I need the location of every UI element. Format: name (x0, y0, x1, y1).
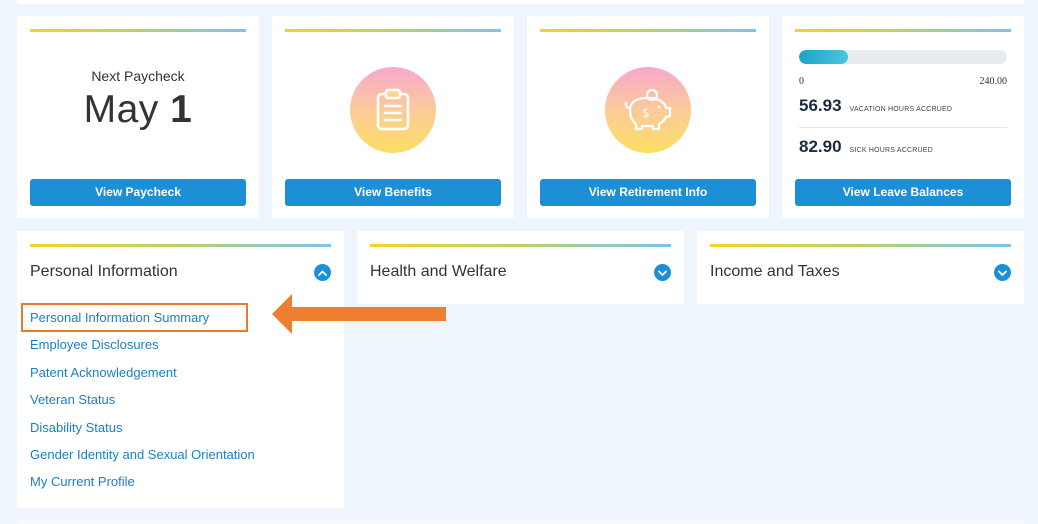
paycheck-month: May (83, 88, 159, 131)
card-accent-bar (795, 29, 1011, 32)
personal-information-panel: Personal Information Personal Informatio… (17, 231, 344, 508)
view-paycheck-button[interactable]: View Paycheck (30, 179, 246, 206)
chevron-down-icon[interactable] (994, 264, 1011, 281)
clipboard-icon (350, 67, 436, 153)
panel-accent-bar (370, 244, 671, 247)
card-accent-bar (540, 29, 756, 32)
link-employee-disclosures[interactable]: Employee Disclosures (30, 336, 255, 363)
next-paycheck-label: Next Paycheck (91, 68, 185, 84)
view-retirement-info-button[interactable]: View Retirement Info (540, 179, 756, 206)
vacation-progress-fill (799, 50, 849, 64)
panel-accent-bar (710, 244, 1011, 247)
benefits-card: View Benefits (272, 16, 514, 218)
vacation-hours-value: 56.93 (799, 96, 842, 115)
link-my-current-profile[interactable]: My Current Profile (30, 473, 255, 500)
income-taxes-panel: Income and Taxes (697, 231, 1024, 304)
card-accent-bar (30, 29, 246, 32)
piggy-bank-icon: $ (605, 67, 691, 153)
sick-hours-label: SICK HOURS ACCRUED (849, 147, 933, 154)
sick-hours-value: 82.90 (799, 137, 842, 156)
link-disability-status[interactable]: Disability Status (30, 419, 255, 446)
vacation-hours-row: 56.93 VACATION HOURS ACCRUED (799, 96, 1007, 116)
svg-text:$: $ (642, 106, 650, 120)
next-paycheck-date: May 1 (17, 88, 259, 132)
left-arrow-icon (272, 294, 446, 334)
retirement-card: $ View Retirement Info (527, 16, 769, 218)
personal-information-links: Personal Information Summary Employee Di… (30, 309, 255, 501)
panel-accent-bar (30, 244, 331, 247)
view-leave-balances-button[interactable]: View Leave Balances (795, 179, 1011, 206)
view-benefits-button[interactable]: View Benefits (285, 179, 501, 206)
leave-divider (799, 127, 1007, 128)
progress-scale-max: 240.00 (979, 76, 1008, 87)
progress-scale-min: 0 (799, 76, 804, 87)
income-taxes-title[interactable]: Income and Taxes (710, 263, 840, 281)
bottom-strip (17, 520, 1024, 524)
vacation-progress-bar (799, 50, 1007, 64)
sick-hours-row: 82.90 SICK HOURS ACCRUED (799, 137, 1007, 157)
paycheck-card: Next Paycheck May 1 View Paycheck (17, 16, 259, 218)
top-strip (17, 0, 1024, 4)
personal-information-title[interactable]: Personal Information (30, 263, 178, 281)
leave-card: 0 240.00 56.93 VACATION HOURS ACCRUED 82… (782, 16, 1024, 218)
chevron-down-icon[interactable] (654, 264, 671, 281)
highlight-box (21, 303, 248, 332)
card-accent-bar (285, 29, 501, 32)
paycheck-day: 1 (170, 88, 193, 131)
vacation-hours-label: VACATION HOURS ACCRUED (849, 106, 953, 113)
link-patent-acknowledgement[interactable]: Patent Acknowledgement (30, 364, 255, 391)
link-gender-identity[interactable]: Gender Identity and Sexual Orientation (30, 446, 255, 473)
chevron-up-icon[interactable] (314, 264, 331, 281)
health-welfare-title[interactable]: Health and Welfare (370, 263, 507, 281)
link-veteran-status[interactable]: Veteran Status (30, 391, 255, 418)
